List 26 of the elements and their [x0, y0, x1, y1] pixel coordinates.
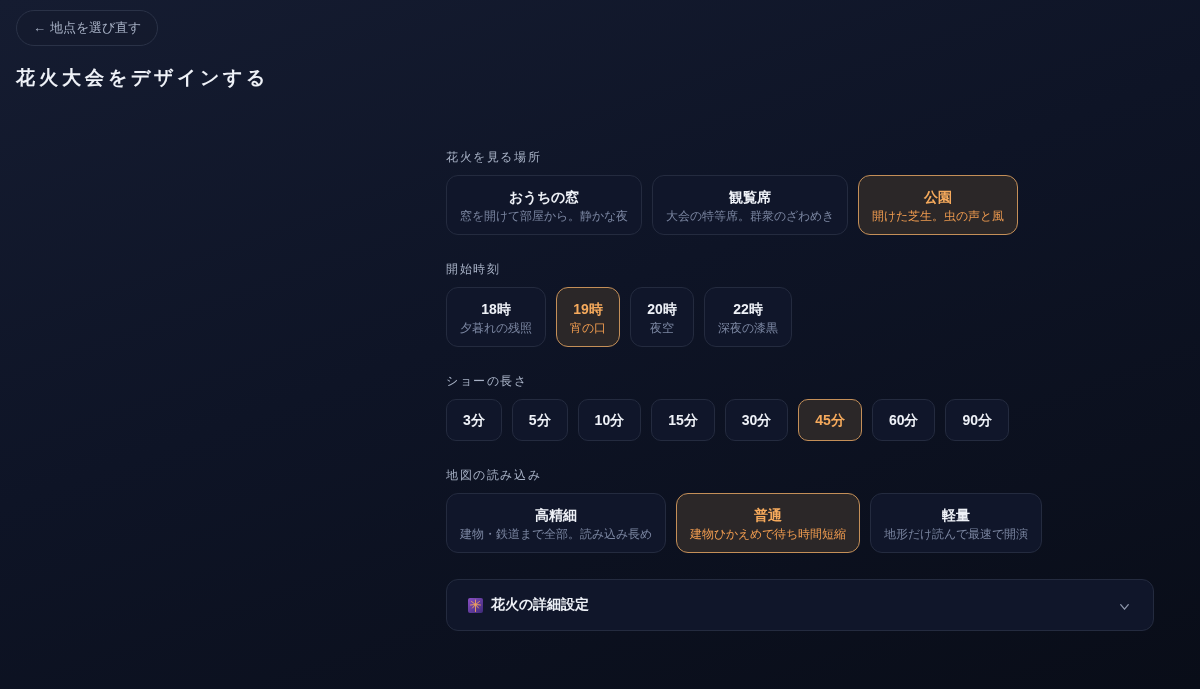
option-card[interactable]: おうちの窓 窓を開けて部屋から。静かな夜: [446, 175, 642, 235]
section-label: 開始時刻: [446, 261, 501, 277]
section-label: ショーの長さ: [446, 373, 528, 389]
option-chip[interactable]: 10分: [577, 399, 642, 441]
option-card[interactable]: 軽量 地形だけ読んで最速で開演: [870, 493, 1042, 553]
option-card[interactable]: 22時 深夜の漆黒: [704, 287, 792, 347]
back-button[interactable]: ← 地点を選び直す: [16, 10, 158, 46]
details-toggle[interactable]: 花火の詳細設定: [446, 579, 1154, 631]
option-card[interactable]: 19時 宵の口: [556, 287, 620, 347]
option-chip[interactable]: 45分: [798, 399, 862, 441]
fireworks-icon: [468, 597, 483, 613]
option-chip[interactable]: 15分: [651, 399, 715, 441]
option-chip[interactable]: 3分: [446, 399, 502, 441]
option-chip[interactable]: 5分: [511, 399, 568, 441]
section-label: 地図の読み込み: [446, 467, 542, 483]
option-card[interactable]: 公園 開けた芝生。虫の声と風: [858, 175, 1018, 235]
option-chip[interactable]: 60分: [871, 399, 936, 441]
option-chip[interactable]: 90分: [945, 399, 1010, 441]
option-card[interactable]: 18時 夕暮れの残照: [446, 287, 546, 347]
section-label: 花火を見る場所: [446, 149, 542, 165]
option-card[interactable]: 普通 建物ひかえめで待ち時間短縮: [676, 493, 860, 553]
option-card[interactable]: 観覧席 大会の特等席。群衆のざわめき: [652, 175, 848, 235]
option-chip[interactable]: 30分: [724, 399, 789, 441]
option-card[interactable]: 高精細 建物・鉄道まで全部。読み込み長め: [446, 493, 666, 553]
option-card[interactable]: 20時 夜空: [630, 287, 694, 347]
page-title: 花火大会をデザインする: [16, 66, 269, 90]
